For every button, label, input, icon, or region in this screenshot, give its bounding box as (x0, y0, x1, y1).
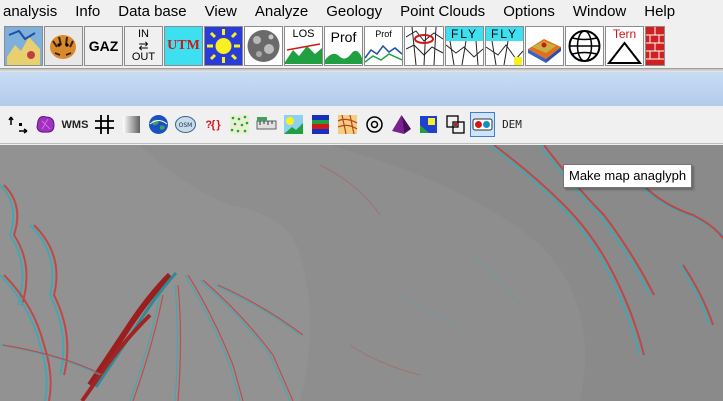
color-bands-button[interactable] (308, 112, 333, 137)
utm-label: UTM (167, 38, 200, 53)
fly-button-1[interactable]: FLY (445, 26, 484, 66)
menu-window[interactable]: Window (564, 0, 635, 24)
tern-label: Tern (612, 27, 637, 41)
los-icon (285, 43, 322, 64)
profile-icon (325, 50, 362, 64)
fly-button-2[interactable]: FLY (485, 26, 524, 66)
points-button[interactable] (227, 112, 252, 137)
small-prof-label: Prof (375, 29, 392, 39)
small-profile-button[interactable]: Prof (364, 26, 403, 66)
purple-blob-button[interactable] (33, 112, 58, 137)
prof-label: Prof (330, 29, 357, 45)
terrain-3d-button[interactable] (525, 26, 564, 66)
menu-geology[interactable]: Geology (317, 0, 391, 24)
out-label: OUT (131, 51, 156, 63)
menu-help[interactable]: Help (635, 0, 684, 24)
terrain-3d-icon (526, 27, 563, 65)
grid-icon (95, 115, 114, 134)
fly-icon (486, 41, 523, 65)
fly-label-1: FLY (450, 27, 479, 41)
sun-button[interactable] (204, 26, 243, 66)
target-button[interactable] (362, 112, 387, 137)
flight-path-icon (405, 27, 443, 65)
query-button[interactable]: ?{ } (200, 112, 225, 137)
menu-point-clouds[interactable]: Point Clouds (391, 0, 494, 24)
menu-data-base[interactable]: Data base (109, 0, 195, 24)
dem-button[interactable]: DEM (497, 112, 527, 137)
window-title-area (0, 72, 723, 106)
move-tool-icon (8, 116, 28, 134)
small-profile-icon (365, 44, 402, 63)
overlay-button[interactable] (443, 112, 468, 137)
purple-blob-icon (36, 116, 55, 133)
in-out-button[interactable]: IN ⇄ OUT (124, 26, 163, 66)
menu-view[interactable]: View (196, 0, 246, 24)
earth-button[interactable] (146, 112, 171, 137)
openstreetmap-icon: OSM (175, 116, 196, 133)
query-label: ?{ } (205, 118, 220, 131)
profile-button[interactable]: Prof (324, 26, 363, 66)
fly-label-2: FLY (490, 27, 519, 41)
geology-map-button[interactable] (335, 112, 360, 137)
utm-button[interactable]: UTM (164, 26, 203, 66)
gradient-button[interactable] (119, 112, 144, 137)
pyramid-button[interactable] (389, 112, 414, 137)
satellite-image-button[interactable] (4, 26, 43, 66)
earth-icon (149, 115, 168, 134)
anaglyph-icon (472, 118, 493, 131)
sun-icon (205, 27, 242, 65)
moon-button[interactable] (244, 26, 283, 66)
shapes-button[interactable] (416, 112, 441, 137)
bricks-icon (646, 27, 664, 65)
globe-button[interactable] (565, 26, 604, 66)
target-icon (366, 116, 383, 133)
sun-map-icon (284, 115, 303, 134)
anaglyph-button[interactable] (470, 112, 495, 137)
wms-button[interactable]: WMS (60, 112, 90, 137)
ruler-button[interactable] (254, 112, 279, 137)
anaglyph-tooltip: Make map anaglyph (563, 164, 693, 188)
overlay-icon (446, 115, 465, 134)
dem-label: DEM (502, 118, 522, 131)
grid-button[interactable] (92, 112, 117, 137)
menu-analysis[interactable]: analysis (0, 0, 66, 24)
fly-icon (446, 41, 483, 65)
ruler-icon (256, 117, 277, 130)
menu-bar: analysis Info Data base View Analyze Geo… (0, 0, 723, 24)
menu-analyze[interactable]: Analyze (246, 0, 317, 24)
gazetteer-button[interactable]: GAZ (84, 26, 123, 66)
menu-info[interactable]: Info (66, 0, 109, 24)
ternary-icon (606, 41, 643, 64)
satellite-image-icon (5, 27, 42, 65)
menu-options[interactable]: Options (494, 0, 564, 24)
line-of-sight-button[interactable]: LOS (284, 26, 323, 66)
tiger-icon (45, 27, 82, 65)
sun-map-button[interactable] (281, 112, 306, 137)
map-toolbar: WMS OSM ?{ } DEM (0, 106, 723, 144)
moon-icon (245, 27, 282, 65)
tiger-button[interactable] (44, 26, 83, 66)
gradient-icon (123, 116, 140, 133)
wms-label: WMS (61, 118, 89, 131)
ternary-button[interactable]: Tern (605, 26, 644, 66)
pyramid-icon (392, 115, 411, 134)
bricks-button[interactable] (645, 26, 665, 66)
svg-text:OSM: OSM (179, 122, 193, 129)
geology-map-icon (337, 114, 358, 135)
globe-icon (566, 27, 603, 65)
openstreetmap-button[interactable]: OSM (173, 112, 198, 137)
flight-path-button[interactable] (404, 26, 444, 66)
color-bands-icon (312, 115, 329, 134)
main-toolbar: GAZ IN ⇄ OUT UTM LOS Prof Prof FLY FLY T… (0, 24, 723, 68)
los-label: LOS (292, 28, 315, 40)
shapes-icon (420, 116, 437, 133)
gazetteer-label: GAZ (88, 38, 119, 54)
points-icon (230, 115, 249, 134)
move-tool-button[interactable] (6, 112, 31, 137)
